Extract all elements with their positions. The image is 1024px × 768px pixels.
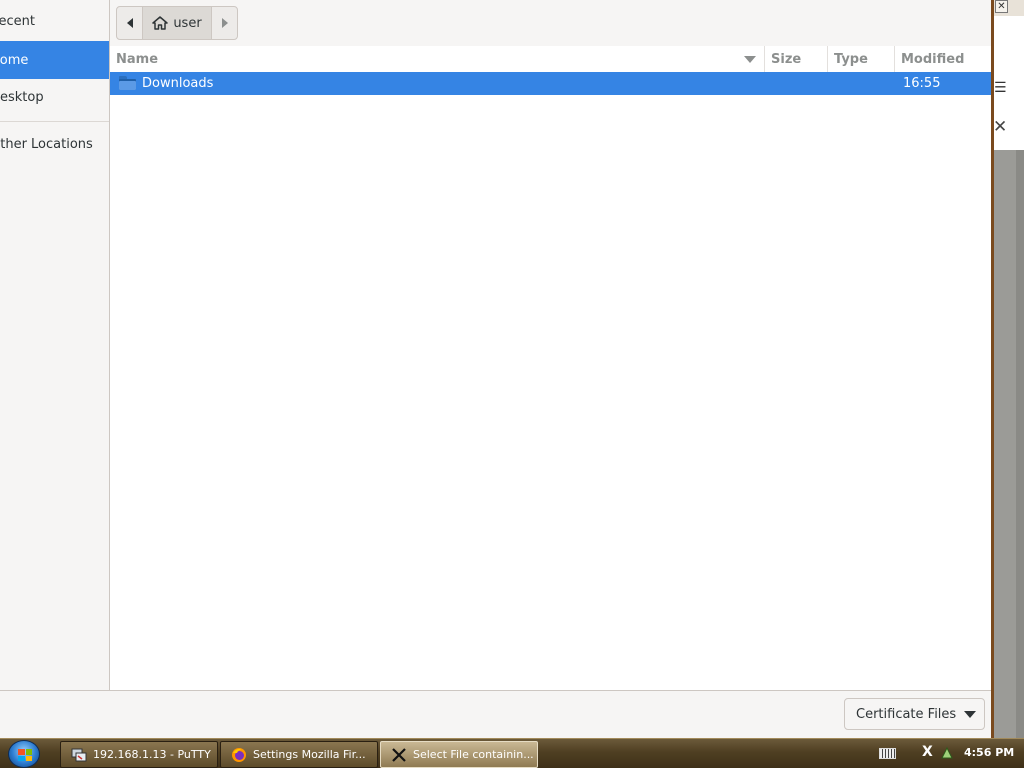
chevron-right-icon [221,18,228,28]
dialog-bottom-bar: Certificate Files [0,690,991,738]
sidebar-item-other-locations[interactable]: Other Locations [0,125,109,163]
path-bar: user [116,6,238,40]
path-forward-button[interactable] [211,7,237,39]
file-filter-dropdown[interactable]: Certificate Files [844,698,985,730]
taskbar: 192.168.1.13 - PuTTY Settings Mozilla Fi… [0,738,1024,768]
close-icon[interactable]: ✕ [993,117,1007,137]
file-filter-label: Certificate Files [856,706,957,722]
file-name: Downloads [142,76,214,91]
column-header-label: Name [116,51,159,67]
chevron-left-icon [126,18,133,28]
path-back-button[interactable] [117,7,143,39]
network-icon[interactable] [940,746,954,760]
file-chooser-dialog: Recent Home Desktop Other Locations user [0,0,991,738]
sidebar-item-label: Desktop [0,89,44,105]
sidebar-item-label: Other Locations [0,136,93,152]
path-button-user[interactable]: user [143,7,211,39]
sidebar-item-home[interactable]: Home [0,41,109,79]
taskbar-item-firefox[interactable]: Settings Mozilla Fir... [220,741,378,768]
chevron-down-icon [964,710,977,718]
x-server-icon[interactable]: X [922,744,933,760]
column-header-modified[interactable]: Modified [895,46,991,72]
windows-logo-icon [18,749,32,761]
sidebar-item-desktop[interactable]: Desktop [0,78,109,116]
start-button[interactable] [8,740,40,768]
taskbar-item-label: Settings Mozilla Fir... [253,748,366,761]
folder-icon [119,76,136,90]
path-button-label: user [173,15,202,31]
column-header-name[interactable]: Name [110,46,765,72]
taskbar-item-label: Select File containin... [413,748,534,761]
sidebar-item-recent[interactable]: Recent [0,2,109,40]
column-header-label: Size [771,51,802,67]
clock[interactable]: 4:56 PM [964,746,1014,759]
column-header-size[interactable]: Size [765,46,828,72]
column-header-label: Modified [901,51,965,67]
taskbar-item-label: 192.168.1.13 - PuTTY [93,748,211,761]
file-row[interactable]: Downloads 16:55 [110,72,991,95]
file-list[interactable]: Name Size Type Modified Downloads 16:55 [110,46,991,690]
sort-descending-icon [744,56,756,63]
firefox-icon [231,747,247,763]
column-header-label: Type [834,51,868,67]
keyboard-icon[interactable] [879,748,896,759]
places-sidebar: Recent Home Desktop Other Locations [0,0,110,690]
sidebar-item-label: Recent [0,13,35,29]
file-modified: 16:55 [903,76,941,91]
hamburger-menu-icon[interactable]: ☰ [994,80,1007,96]
background-scrollbar[interactable] [1016,150,1024,738]
column-header-type[interactable]: Type [828,46,895,72]
taskbar-item-putty[interactable]: 192.168.1.13 - PuTTY [60,741,218,768]
sidebar-divider [0,121,109,122]
desktop-screen: ✕ ☰ ✕ Recent Home Desktop Other Location… [0,0,1024,768]
x-icon [391,747,407,763]
taskbar-item-select-file[interactable]: Select File containin... [380,741,538,768]
putty-icon [71,747,87,763]
background-close-icon[interactable]: ✕ [995,0,1008,13]
sidebar-item-label: Home [0,52,29,68]
home-icon [152,16,169,30]
